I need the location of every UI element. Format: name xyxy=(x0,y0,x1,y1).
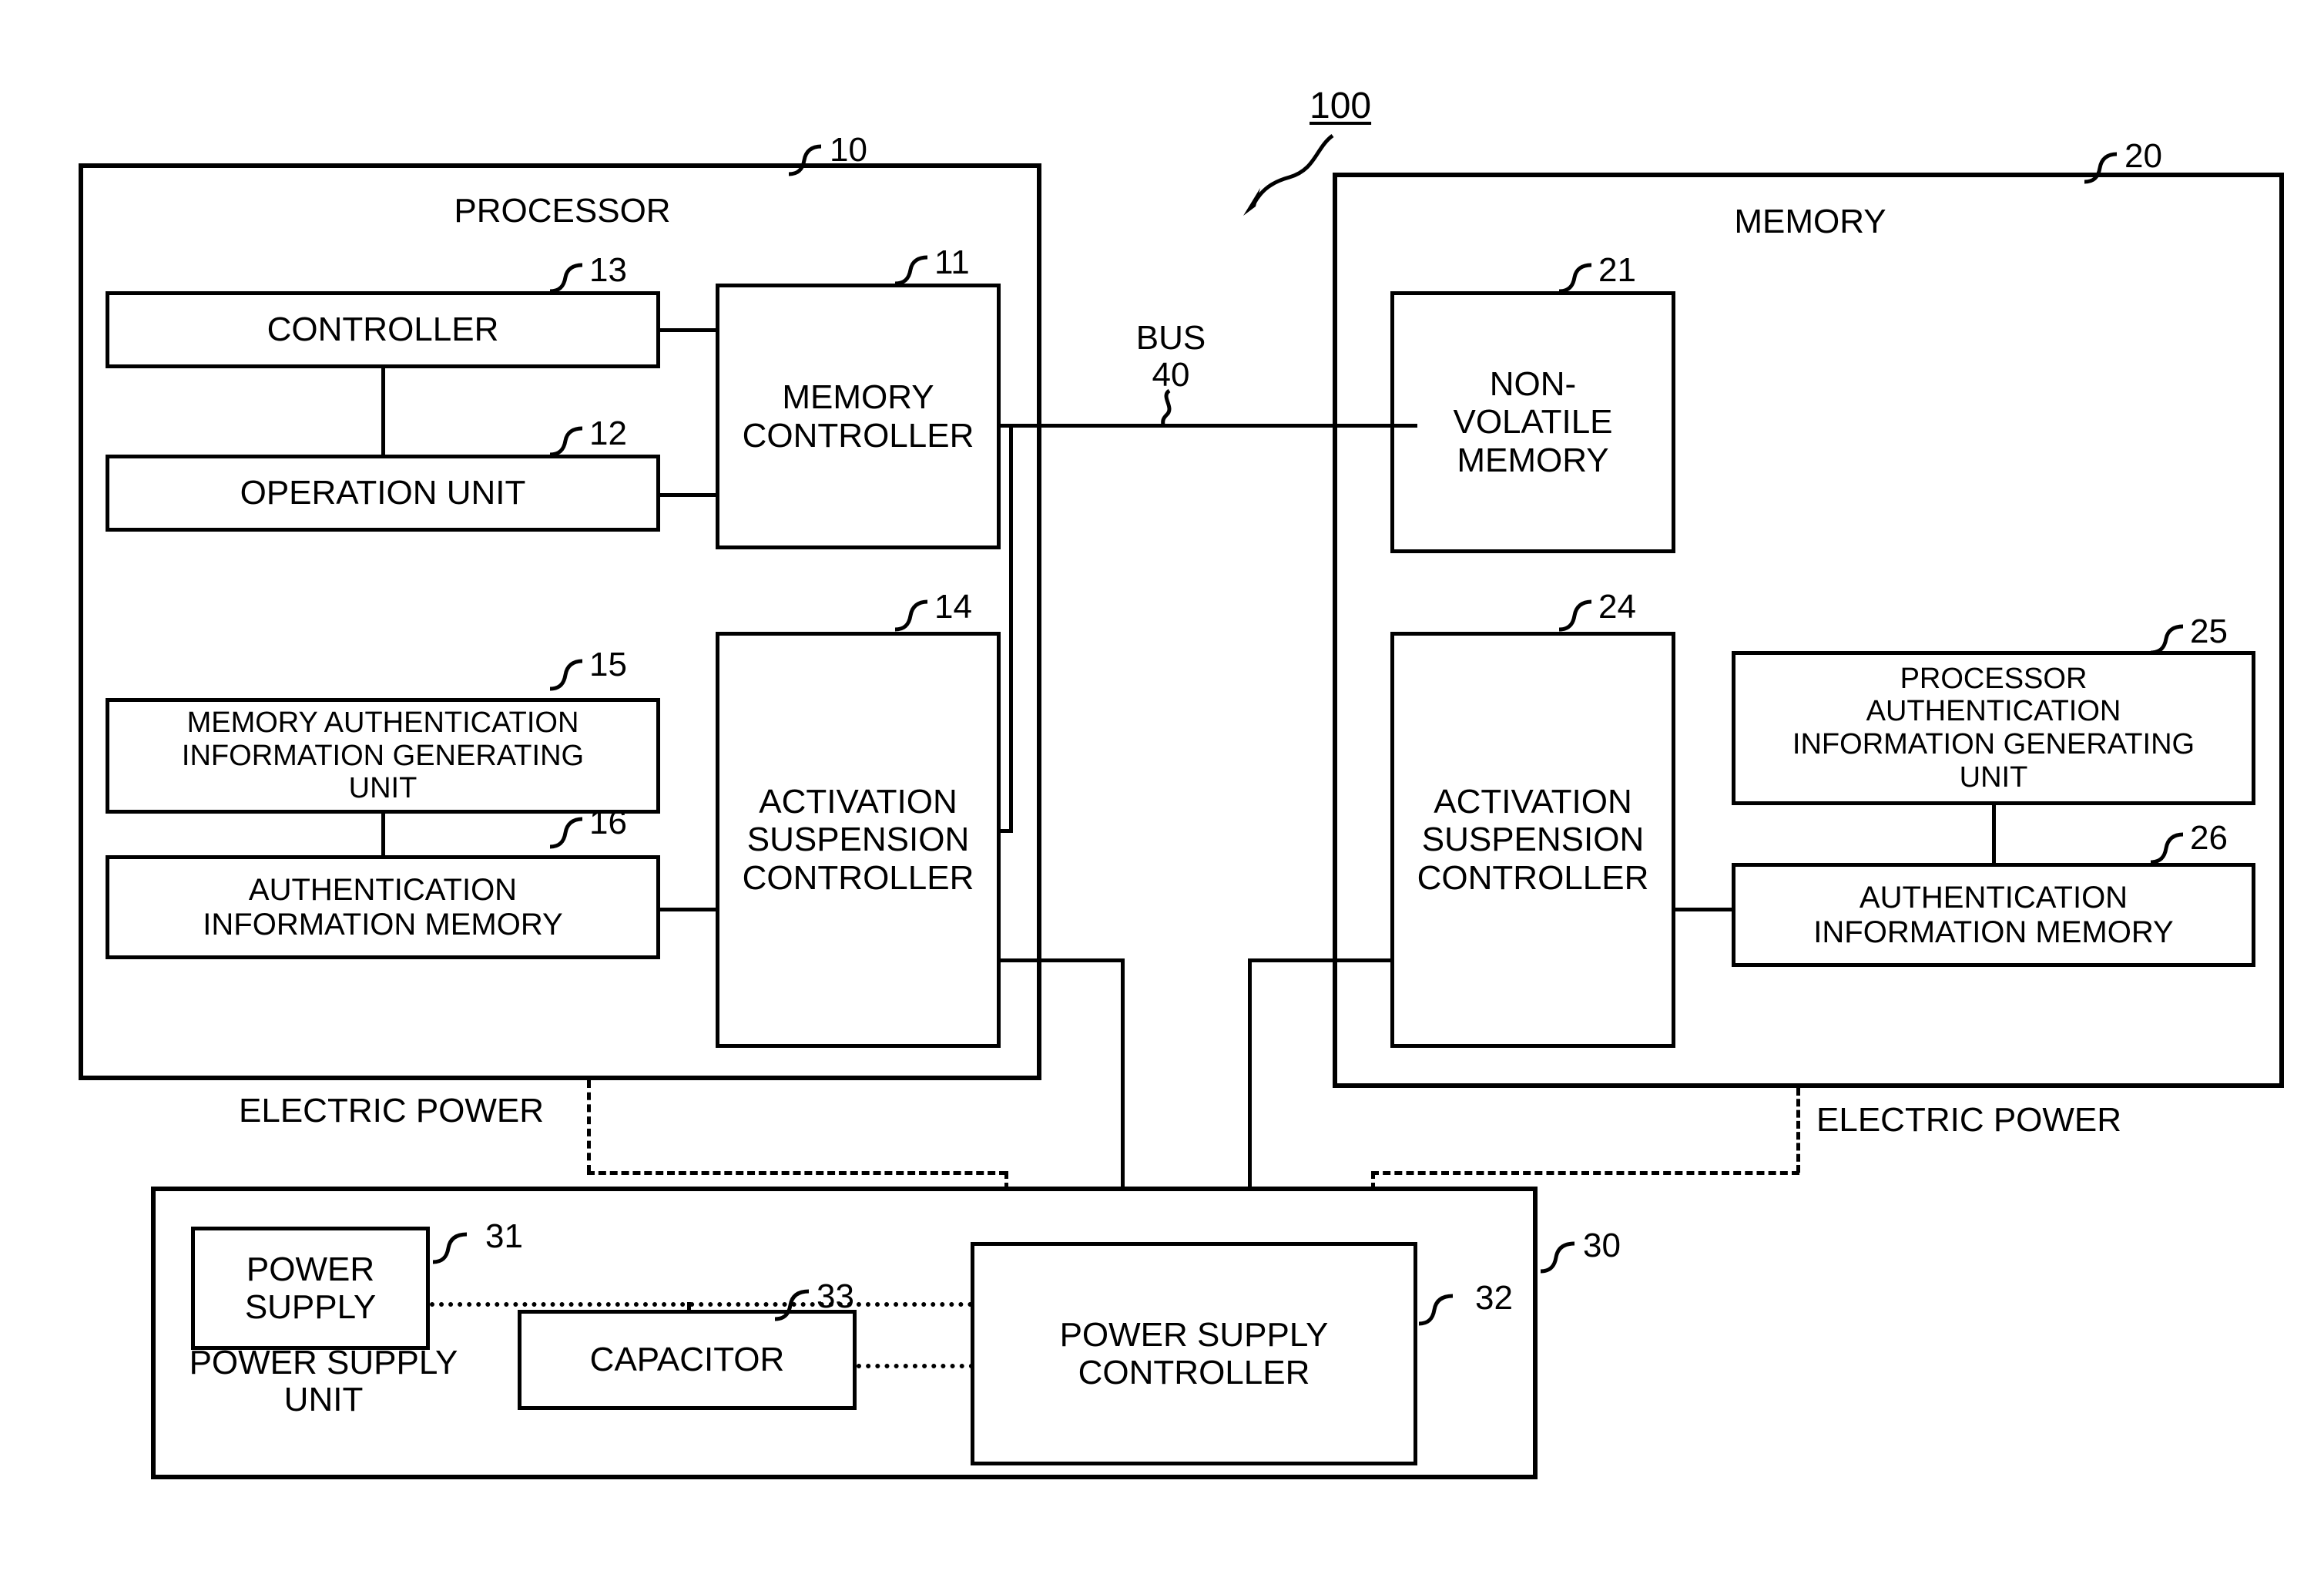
block-power-supply-label: POWER SUPPLY xyxy=(244,1250,377,1326)
dotted-capacitor-to-controller xyxy=(857,1364,974,1368)
wire-memctrl-activation-h2 xyxy=(998,829,1013,833)
wire-controller-operation xyxy=(381,367,385,456)
block-memory-auth-info-generating-unit: MEMORY AUTHENTICATION INFORMATION GENERA… xyxy=(106,698,660,814)
wire-bus-nvm-h xyxy=(1363,424,1394,428)
dashed-power-supply-to-capacitor xyxy=(687,1302,691,1311)
block-memory-activation-suspension-label: ACTIVATION SUSPENSION CONTROLLER xyxy=(1417,783,1649,897)
block-capacitor-ref: 33 xyxy=(817,1277,854,1315)
block-processor-auth-info-memory-label: AUTHENTICATION INFORMATION MEMORY xyxy=(203,872,563,942)
block-capacitor-label: CAPACITOR xyxy=(589,1341,785,1379)
patent-figure: PROCESSOR 10 CONTROLLER 13 OPERATION UNI… xyxy=(0,0,2324,1571)
block-processor-auth-info-memory-ref: 16 xyxy=(589,804,627,841)
block-processor-auth-info-generating-unit: PROCESSOR AUTHENTICATION INFORMATION GEN… xyxy=(1732,651,2255,805)
processor-ref: 10 xyxy=(830,131,867,169)
memory-ref: 20 xyxy=(2124,137,2162,175)
electric-power-left-dash-v1 xyxy=(587,1080,591,1173)
wire-controller-memctrl xyxy=(659,328,719,332)
block-processor-auth-info-generating-unit-label: PROCESSOR AUTHENTICATION INFORMATION GEN… xyxy=(1792,662,2195,794)
block-memory-auth-info-generating-unit-ref: 15 xyxy=(589,646,627,683)
block-processor-activation-suspension-ref: 14 xyxy=(934,588,972,626)
wire-proc-activation-down-h xyxy=(998,958,1125,962)
block-memory-controller-ref: 11 xyxy=(934,243,970,281)
block-nonvolatile-memory-ref: 21 xyxy=(1598,251,1636,289)
wire-procauthgen-authmem xyxy=(1992,804,1996,865)
bus-line xyxy=(998,424,1417,428)
block-processor-auth-info-generating-unit-ref: 25 xyxy=(2190,613,2228,650)
block-controller-label: CONTROLLER xyxy=(267,311,499,349)
block-power-supply-ref: 31 xyxy=(485,1217,523,1255)
block-power-supply-controller-ref: 32 xyxy=(1475,1279,1513,1317)
wire-authgen-authmem xyxy=(381,812,385,857)
block-operation-unit-ref: 12 xyxy=(589,415,627,452)
wire-memctrl-activation-v xyxy=(1009,424,1013,832)
block-processor-activation-suspension-label: ACTIVATION SUSPENSION CONTROLLER xyxy=(742,783,974,897)
wire-authmem-activation xyxy=(659,908,719,911)
block-nonvolatile-memory: NON- VOLATILE MEMORY xyxy=(1390,291,1675,553)
block-processor-auth-info-memory: AUTHENTICATION INFORMATION MEMORY xyxy=(106,855,660,959)
block-memory-auth-info-memory-ref: 26 xyxy=(2190,819,2228,857)
block-power-supply: POWER SUPPLY xyxy=(191,1227,430,1350)
block-memory-activation-suspension: ACTIVATION SUSPENSION CONTROLLER xyxy=(1390,632,1675,1048)
dotted-power-supply-to-controller xyxy=(430,1302,973,1307)
electric-power-left-dash-h xyxy=(587,1171,1007,1175)
block-operation-unit: OPERATION UNIT xyxy=(106,455,660,532)
system-ref-arrow xyxy=(1243,133,1334,216)
electric-power-right-dash-v1 xyxy=(1796,1088,1800,1173)
block-power-supply-controller: POWER SUPPLY CONTROLLER xyxy=(971,1242,1417,1465)
processor-title: PROCESSOR xyxy=(454,192,671,230)
block-memory-controller-label: MEMORY CONTROLLER xyxy=(742,378,974,455)
block-memory-controller: MEMORY CONTROLLER xyxy=(716,284,1001,549)
bus-label: BUS xyxy=(1135,319,1206,357)
system-ref-100: 100 xyxy=(1310,86,1372,126)
electric-power-left-label: ELECTRIC POWER xyxy=(239,1092,545,1130)
block-controller-ref: 13 xyxy=(589,251,627,289)
block-memory-auth-info-generating-unit-label: MEMORY AUTHENTICATION INFORMATION GENERA… xyxy=(181,707,585,805)
electric-power-right-label: ELECTRIC POWER xyxy=(1816,1101,2122,1139)
block-operation-unit-label: OPERATION UNIT xyxy=(240,474,526,512)
block-processor-activation-suspension: ACTIVATION SUSPENSION CONTROLLER xyxy=(716,632,1001,1048)
block-power-supply-controller-label: POWER SUPPLY CONTROLLER xyxy=(1059,1315,1329,1391)
block-memory-auth-info-memory-label: AUTHENTICATION INFORMATION MEMORY xyxy=(1813,880,2174,949)
block-capacitor: CAPACITOR xyxy=(518,1310,857,1410)
block-controller: CONTROLLER xyxy=(106,291,660,368)
wire-operation-memctrl xyxy=(659,493,719,497)
block-memory-auth-info-memory: AUTHENTICATION INFORMATION MEMORY xyxy=(1732,863,2255,967)
electric-power-right-dash-h xyxy=(1371,1171,1799,1175)
block-nonvolatile-memory-label: NON- VOLATILE MEMORY xyxy=(1453,365,1613,479)
bus-ref: 40 xyxy=(1152,356,1190,394)
wire-mem-activation-down-h xyxy=(1248,958,1394,962)
block-memory-activation-suspension-ref: 24 xyxy=(1598,588,1636,626)
power-supply-unit-title: POWER SUPPLY UNIT xyxy=(189,1344,458,1419)
power-supply-unit-ref: 30 xyxy=(1583,1227,1621,1264)
wire-activation24-authmem26 xyxy=(1674,908,1734,911)
memory-title: MEMORY xyxy=(1734,203,1886,240)
